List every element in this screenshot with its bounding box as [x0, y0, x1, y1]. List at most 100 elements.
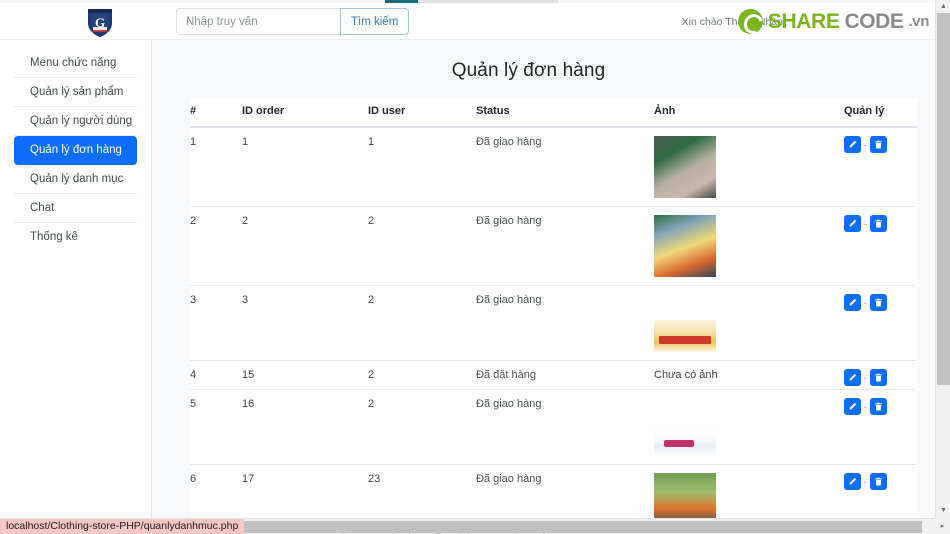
sidebar-item-quan-ly-san-pham[interactable]: Quản lý sản phẩm	[14, 78, 137, 107]
cell-id-order: 1	[242, 127, 368, 207]
watermark-vn-text: .vn	[908, 13, 930, 30]
orders-table: # ID order ID user Status Ảnh Quản lý 11…	[190, 98, 917, 534]
col-header-index: #	[190, 98, 242, 128]
sidebar-item-quan-ly-nguoi-dung[interactable]: Quản lý người dùng	[14, 107, 137, 136]
watermark-code-text: CODE	[844, 9, 904, 33]
vertical-scrollbar[interactable]: ▲ ▼	[935, 0, 950, 534]
top-bar: G Tìm kiếm Xin chào Thanh Nhàn SHARECODE…	[0, 3, 935, 40]
horizontal-scrollbar-thumb[interactable]	[152, 521, 922, 533]
cell-status: Đã đặt hàng	[476, 360, 654, 390]
table-row: 5 16 2 Đã giao hàng -	[190, 389, 917, 465]
main-content: ShareCode.vn Quản lý đơn hàng # ID order…	[152, 40, 935, 534]
pencil-icon	[848, 399, 857, 414]
cell-image	[654, 389, 844, 465]
action-separator: -	[864, 476, 867, 487]
delete-button[interactable]	[870, 369, 887, 386]
order-thumbnail-delivery-photo-1	[654, 136, 716, 198]
row-action-group: -	[844, 215, 917, 232]
cell-id-order: 2	[242, 206, 368, 286]
delete-button[interactable]	[870, 215, 887, 232]
delete-button[interactable]	[870, 398, 887, 415]
search-input[interactable]	[176, 8, 340, 35]
pencil-icon	[848, 137, 857, 152]
cell-actions: -	[844, 389, 917, 465]
table-header-row: # ID order ID user Status Ảnh Quản lý	[190, 98, 917, 128]
cell-status: Đã giao hàng	[476, 389, 654, 465]
cell-id-user: 2	[368, 285, 476, 361]
watermark-share-text: SHARE	[767, 9, 840, 33]
cell-id-user: 2	[368, 206, 476, 286]
order-thumbnail-medicine-box-photo	[654, 320, 716, 352]
table-row: 3 3 2 Đã giao hàng -	[190, 285, 917, 361]
action-separator: -	[864, 218, 867, 229]
cell-status: Đã giao hàng	[476, 127, 654, 207]
sharecode-watermark-logo: SHARE CODE .vn	[737, 9, 930, 34]
shield-badge-logo[interactable]: G	[82, 4, 118, 40]
action-separator: -	[864, 401, 867, 412]
sidebar-item-thong-ke[interactable]: Thống kê	[14, 223, 137, 251]
sidebar-item-chat[interactable]: Chat	[14, 194, 137, 223]
row-action-group: -	[844, 136, 917, 153]
table-row: 2 2 2 Đã giao hàng -	[190, 206, 917, 286]
cell-index: 1	[190, 127, 242, 207]
cell-image	[654, 285, 844, 361]
page-title: Quản lý đơn hàng	[451, 59, 606, 81]
cell-index: 4	[190, 360, 242, 390]
scroll-down-arrow-icon[interactable]: ▼	[936, 504, 950, 517]
edit-button[interactable]	[844, 136, 861, 153]
action-separator: -	[864, 139, 867, 150]
pencil-icon	[848, 295, 857, 310]
cell-index: 3	[190, 285, 242, 361]
col-header-status: Status	[476, 98, 654, 128]
cell-index: 2	[190, 206, 242, 286]
trash-icon	[874, 399, 883, 414]
trash-icon	[874, 370, 883, 385]
cell-image	[654, 206, 844, 286]
sidebar-nav: Menu chức năng Quản lý sản phẩm Quản lý …	[0, 40, 152, 534]
cell-image	[654, 127, 844, 207]
edit-button[interactable]	[844, 398, 861, 415]
edit-button[interactable]	[844, 294, 861, 311]
edit-button[interactable]	[844, 369, 861, 386]
pencil-icon	[848, 370, 857, 385]
delete-button[interactable]	[870, 136, 887, 153]
sharecode-mark-icon	[737, 9, 763, 34]
row-action-group: -	[844, 369, 917, 386]
cell-index: 5	[190, 389, 242, 465]
scrollbar-corner-icon: ▸	[935, 518, 950, 534]
no-image-label: Chưa có ảnh	[654, 369, 718, 381]
row-action-group: -	[844, 473, 917, 490]
sidebar-item-menu-chuc-nang[interactable]: Menu chức năng	[14, 49, 137, 78]
table-row: 1 1 1 Đã giao hàng -	[190, 127, 917, 207]
search-button[interactable]: Tìm kiếm	[340, 8, 410, 35]
cell-id-user: 2	[368, 360, 476, 390]
scroll-up-arrow-icon[interactable]: ▲	[936, 0, 950, 13]
sidebar-item-quan-ly-danh-muc[interactable]: Quản lý danh mục	[14, 165, 137, 194]
trash-icon	[874, 474, 883, 489]
cell-actions: -	[844, 127, 917, 207]
search-form: Tìm kiếm	[176, 8, 410, 35]
sidebar-item-quan-ly-don-hang[interactable]: Quản lý đơn hàng	[14, 136, 137, 165]
cell-actions: -	[844, 360, 917, 390]
edit-button[interactable]	[844, 473, 861, 490]
action-separator: -	[864, 297, 867, 308]
pencil-icon	[848, 474, 857, 489]
status-bar-url: localhost/Clothing-store-PHP/quanlydanhm…	[0, 519, 245, 534]
col-header-image: Ảnh	[654, 98, 844, 128]
cell-image: Chưa có ảnh	[654, 360, 844, 390]
vertical-scrollbar-thumb[interactable]	[937, 13, 950, 385]
edit-button[interactable]	[844, 215, 861, 232]
table-row: 4 15 2 Đã đặt hàng Chưa có ảnh -	[190, 360, 917, 390]
trash-icon	[874, 295, 883, 310]
action-separator: -	[864, 372, 867, 383]
order-thumbnail-delivery-photo-2	[654, 215, 716, 277]
order-thumbnail-product-card-photo	[654, 424, 716, 456]
orders-table-card: # ID order ID user Status Ảnh Quản lý 11…	[190, 98, 917, 534]
trash-icon	[874, 216, 883, 231]
cell-id-order: 16	[242, 389, 368, 465]
cell-actions: -	[844, 206, 917, 286]
cell-id-order: 3	[242, 285, 368, 361]
trash-icon	[874, 137, 883, 152]
delete-button[interactable]	[870, 473, 887, 490]
delete-button[interactable]	[870, 294, 887, 311]
